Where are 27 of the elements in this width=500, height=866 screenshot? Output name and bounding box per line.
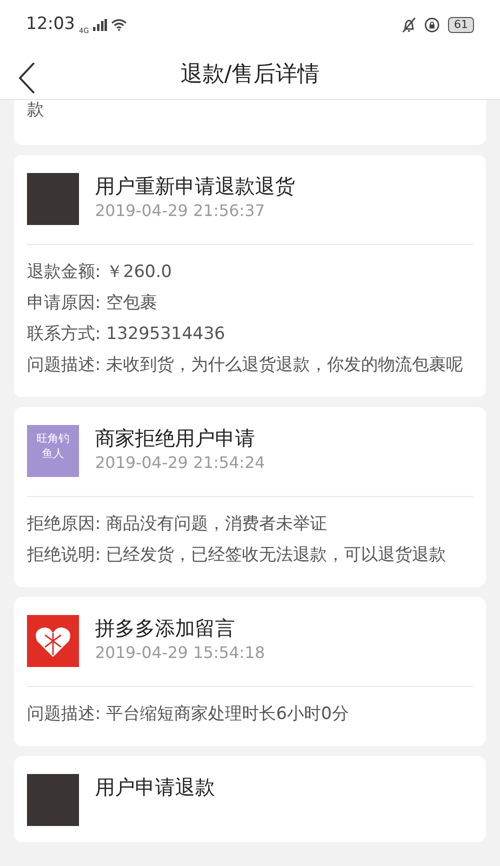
record-detail: 款: [27, 100, 45, 120]
record-detail: 拒绝原因: 商品没有问题，消费者未举证: [27, 513, 328, 536]
signal-icon: [92, 19, 107, 31]
record-time: 2019-04-29 21:54:24: [95, 452, 265, 474]
battery-level: 61: [448, 17, 474, 33]
record-detail: 问题描述: 未收到货，为什么退货退款，你发的物流包裹呢: [27, 354, 464, 377]
photo-placeholder: [27, 173, 79, 225]
record-detail: 拒绝说明: 已经发货，已经签收无法退款，可以退货退款: [27, 544, 448, 567]
rotation-lock-icon: [424, 17, 440, 33]
record-time: 2019-04-29 15:54:18: [95, 642, 265, 664]
page-title: 退款/售后详情: [180, 61, 320, 89]
record-detail: 退款金额: ￥260.0: [27, 261, 173, 284]
record-detail: 联系方式: 13295314436: [27, 323, 226, 346]
record-title: 商家拒绝用户申请: [95, 425, 256, 451]
record-title: 拼多多添加留言: [95, 615, 236, 641]
bell-off-icon: [402, 17, 416, 33]
record-detail: 申请原因: 空包裹: [27, 292, 158, 315]
photo-placeholder: [27, 774, 79, 826]
avatar-label: 旺角钓鱼人: [27, 425, 79, 477]
record-time: 2019-04-29 21:56:37: [95, 200, 266, 222]
wifi-icon: [110, 19, 127, 31]
status-time: 12:03: [26, 13, 75, 36]
record-title: 用户申请退款: [95, 774, 215, 800]
record-detail: 问题描述: 平台缩短商家处理时长6小时0分: [27, 703, 350, 726]
heart-logo-icon: [27, 615, 79, 667]
record-title: 用户重新申请退款退货: [95, 173, 295, 199]
back-icon: [18, 62, 36, 94]
